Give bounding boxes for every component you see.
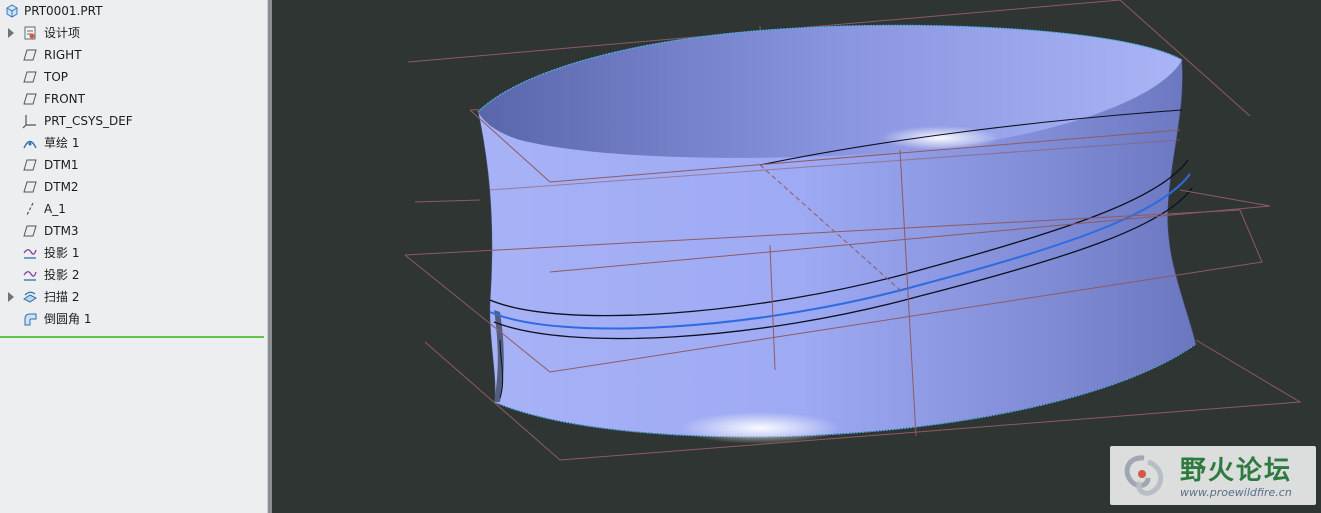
tree-item-label: RIGHT [44,48,82,62]
forum-logo-icon [1118,452,1170,500]
tree-item-label: 扫描 2 [44,290,80,304]
model-view [404,0,1302,461]
forum-watermark: 野火论坛 www.proewildfire.cn [1110,446,1316,505]
tree-item-label: TOP [44,70,69,84]
datum-plane-icon [22,179,38,195]
sketch-icon [22,135,38,151]
tree-item-label: DTM1 [44,158,79,172]
datum-plane-icon [22,157,38,173]
tree-item-label: DTM2 [44,180,79,194]
design-items-icon [22,25,38,41]
tree-item-top[interactable]: TOP [0,66,268,88]
datum-plane-icon [22,223,38,239]
tree-item-a1[interactable]: A_1 [0,198,268,220]
tree-item-label: 设计项 [44,26,81,40]
expand-arrow-icon[interactable] [8,292,14,302]
tree-item-dtm2[interactable]: DTM2 [0,176,268,198]
projection-curve-icon [22,245,38,261]
watermark-title: 野火论坛 [1180,456,1293,486]
tree-item-round-1[interactable]: 倒圆角 1 [0,308,268,330]
tree-item-label: FRONT [44,92,85,106]
tree-item-right[interactable]: RIGHT [0,44,268,66]
projection-curve-icon [22,267,38,283]
insert-indicator[interactable] [0,336,264,338]
model-tree-panel: PRT0001.PRT 设计项 RIGHT TOP FRONT PRT_CSYS… [0,0,268,513]
tree-item-root[interactable]: PRT0001.PRT [0,0,268,22]
round-icon [22,311,38,327]
tree-item-label: PRT0001.PRT [24,4,103,18]
sweep-icon [22,289,38,305]
tree-item-label: A_1 [44,202,66,216]
graphics-viewport[interactable] [272,0,1321,513]
watermark-url: www.proewildfire.cn [1180,486,1292,499]
tree-item-sweep-2[interactable]: 扫描 2 [0,286,268,308]
tree-item-front[interactable]: FRONT [0,88,268,110]
tree-item-label: DTM3 [44,224,79,238]
coordinate-system-icon [22,113,38,129]
datum-plane-icon [22,47,38,63]
tree-item-dtm3[interactable]: DTM3 [0,220,268,242]
tree-item-label: PRT_CSYS_DEF [44,114,133,128]
tree-item-csys[interactable]: PRT_CSYS_DEF [0,110,268,132]
tree-item-dtm1[interactable]: DTM1 [0,154,268,176]
datum-axis-icon [22,201,38,217]
tree-item-label: 投影 2 [44,268,80,282]
tree-item-design-items[interactable]: 设计项 [0,22,268,44]
bracelet-body [477,24,1197,444]
tree-item-projection-2[interactable]: 投影 2 [0,264,268,286]
datum-plane-icon [22,69,38,85]
expand-arrow-icon[interactable] [8,28,14,38]
part-icon [4,3,20,19]
tree-item-label: 草绘 1 [44,136,80,150]
datum-plane-icon [22,91,38,107]
tree-item-sketch-1[interactable]: 草绘 1 [0,132,268,154]
tree-item-projection-1[interactable]: 投影 1 [0,242,268,264]
tree-item-label: 倒圆角 1 [44,312,92,326]
tree-item-label: 投影 1 [44,246,80,260]
